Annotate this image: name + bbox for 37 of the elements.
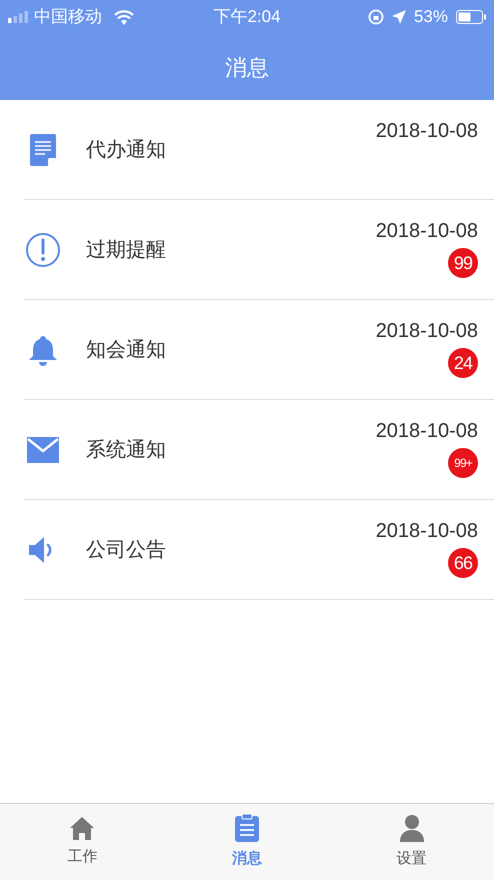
- unread-count: 24: [448, 348, 478, 378]
- envelope-icon: [27, 436, 59, 462]
- message-date: 2018-10-08: [376, 119, 478, 144]
- message-date: 2018-10-08: [376, 219, 478, 244]
- category-title: 过期提醒: [86, 238, 167, 262]
- clipboard-icon: [235, 814, 259, 842]
- category-title: 系统通知: [86, 438, 167, 462]
- unread-count: 66: [448, 548, 478, 578]
- message-category-row[interactable]: 代办通知 2018-10-08: [24, 100, 494, 200]
- tab-item[interactable]: 设置: [329, 804, 494, 880]
- wifi-icon: [114, 10, 134, 24]
- category-title: 代办通知: [86, 138, 167, 162]
- message-category-row[interactable]: 公司公告 2018-10-08 66: [24, 500, 494, 600]
- document-icon: [30, 134, 56, 166]
- unread-count: 99: [448, 248, 478, 278]
- clock-time: 下午2:04: [212, 6, 282, 28]
- unread-count: 99+: [448, 448, 478, 478]
- message-date: 2018-10-08: [376, 419, 478, 444]
- message-category-row[interactable]: 知会通知 2018-10-08 24: [24, 300, 494, 400]
- tab-item[interactable]: 工作: [0, 804, 165, 880]
- exclamation-icon: [25, 232, 61, 268]
- message-date: 2018-10-08: [376, 519, 478, 544]
- category-title: 公司公告: [86, 538, 167, 562]
- location-arrow-icon: [392, 10, 406, 24]
- signal-icon: [8, 11, 30, 23]
- battery-icon: [456, 10, 486, 24]
- message-category-row[interactable]: 过期提醒 2018-10-08 99: [24, 200, 494, 300]
- page-title: 消息: [225, 54, 269, 82]
- battery-percentage: 53%: [414, 6, 448, 28]
- person-icon: [398, 814, 425, 842]
- message-category-row[interactable]: 系统通知 2018-10-08 99+: [24, 400, 494, 500]
- home-icon: [69, 816, 96, 840]
- category-title: 知会通知: [86, 338, 167, 362]
- rotation-lock-icon: [368, 9, 384, 25]
- bell-icon: [28, 334, 58, 366]
- carrier-name: 中国移动: [34, 6, 102, 28]
- message-date: 2018-10-08: [376, 319, 478, 344]
